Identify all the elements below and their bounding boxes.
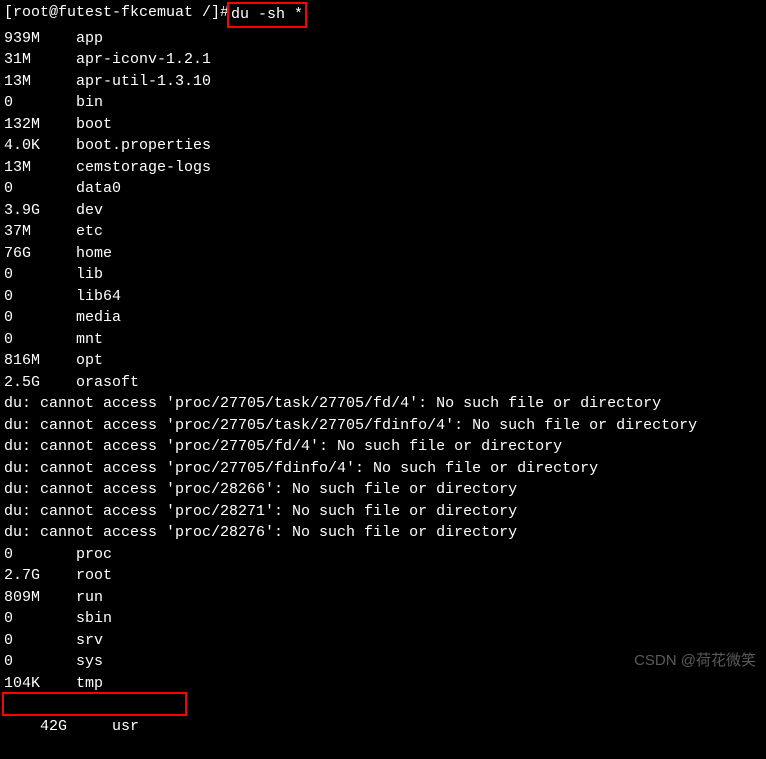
du-entry-row-highlighted: 42G usr xyxy=(4,694,762,759)
shell-prompt: [root@futest-fkcemuat /]# xyxy=(4,2,229,24)
entry-name: usr xyxy=(112,718,139,735)
du-entry-row: 0 lib64 xyxy=(4,286,762,308)
du-error-line: du: cannot access 'proc/27705/task/27705… xyxy=(4,415,762,437)
du-entry-row: 76G home xyxy=(4,243,762,265)
du-entry-row: 0 media xyxy=(4,307,762,329)
du-entry-row: 0 proc xyxy=(4,544,762,566)
highlight-box-icon xyxy=(2,692,187,716)
du-entry-row: 13M cemstorage-logs xyxy=(4,157,762,179)
command-prompt-line: [root@futest-fkcemuat /]# du -sh * xyxy=(4,2,762,28)
du-entry-row: 2.5G orasoft xyxy=(4,372,762,394)
terminal-output: [root@futest-fkcemuat /]# du -sh * 939M … xyxy=(4,2,762,759)
du-entry-row: 0 sbin xyxy=(4,608,762,630)
du-entry-row: 809M run xyxy=(4,587,762,609)
du-entry-row: 0 lib xyxy=(4,264,762,286)
du-entry-row: 4.0K boot.properties xyxy=(4,135,762,157)
du-entry-row: 31M apr-iconv-1.2.1 xyxy=(4,49,762,71)
command-text: du -sh * xyxy=(227,2,307,28)
du-error-line: du: cannot access 'proc/27705/fd/4': No … xyxy=(4,436,762,458)
du-errors-block: du: cannot access 'proc/27705/task/27705… xyxy=(4,393,762,544)
du-error-line: du: cannot access 'proc/27705/task/27705… xyxy=(4,393,762,415)
du-error-line: du: cannot access 'proc/28266': No such … xyxy=(4,479,762,501)
du-entry-row: 13M apr-util-1.3.10 xyxy=(4,71,762,93)
du-entry-row: 132M boot xyxy=(4,114,762,136)
du-entry-row: 0 bin xyxy=(4,92,762,114)
du-entry-row: 37M etc xyxy=(4,221,762,243)
du-entry-row: 939M app xyxy=(4,28,762,50)
du-entry-row: 0 mnt xyxy=(4,329,762,351)
du-error-line: du: cannot access 'proc/27705/fdinfo/4':… xyxy=(4,458,762,480)
entry-size: 42G xyxy=(40,718,67,735)
du-error-line: du: cannot access 'proc/28271': No such … xyxy=(4,501,762,523)
du-entries-block: 939M app31M apr-iconv-1.2.113M apr-util-… xyxy=(4,28,762,394)
du-entry-row: 104K tmp xyxy=(4,673,762,695)
du-entry-row: 3.9G dev xyxy=(4,200,762,222)
du-entry-row: 0 data0 xyxy=(4,178,762,200)
du-entry-row: 0 srv xyxy=(4,630,762,652)
du-error-line: du: cannot access 'proc/28276': No such … xyxy=(4,522,762,544)
du-entries-block-2: 0 proc2.7G root809M run0 sbin0 srv0 sys1… xyxy=(4,544,762,695)
du-entry-row: 0 sys xyxy=(4,651,762,673)
du-entry-row: 816M opt xyxy=(4,350,762,372)
du-entry-row: 2.7G root xyxy=(4,565,762,587)
